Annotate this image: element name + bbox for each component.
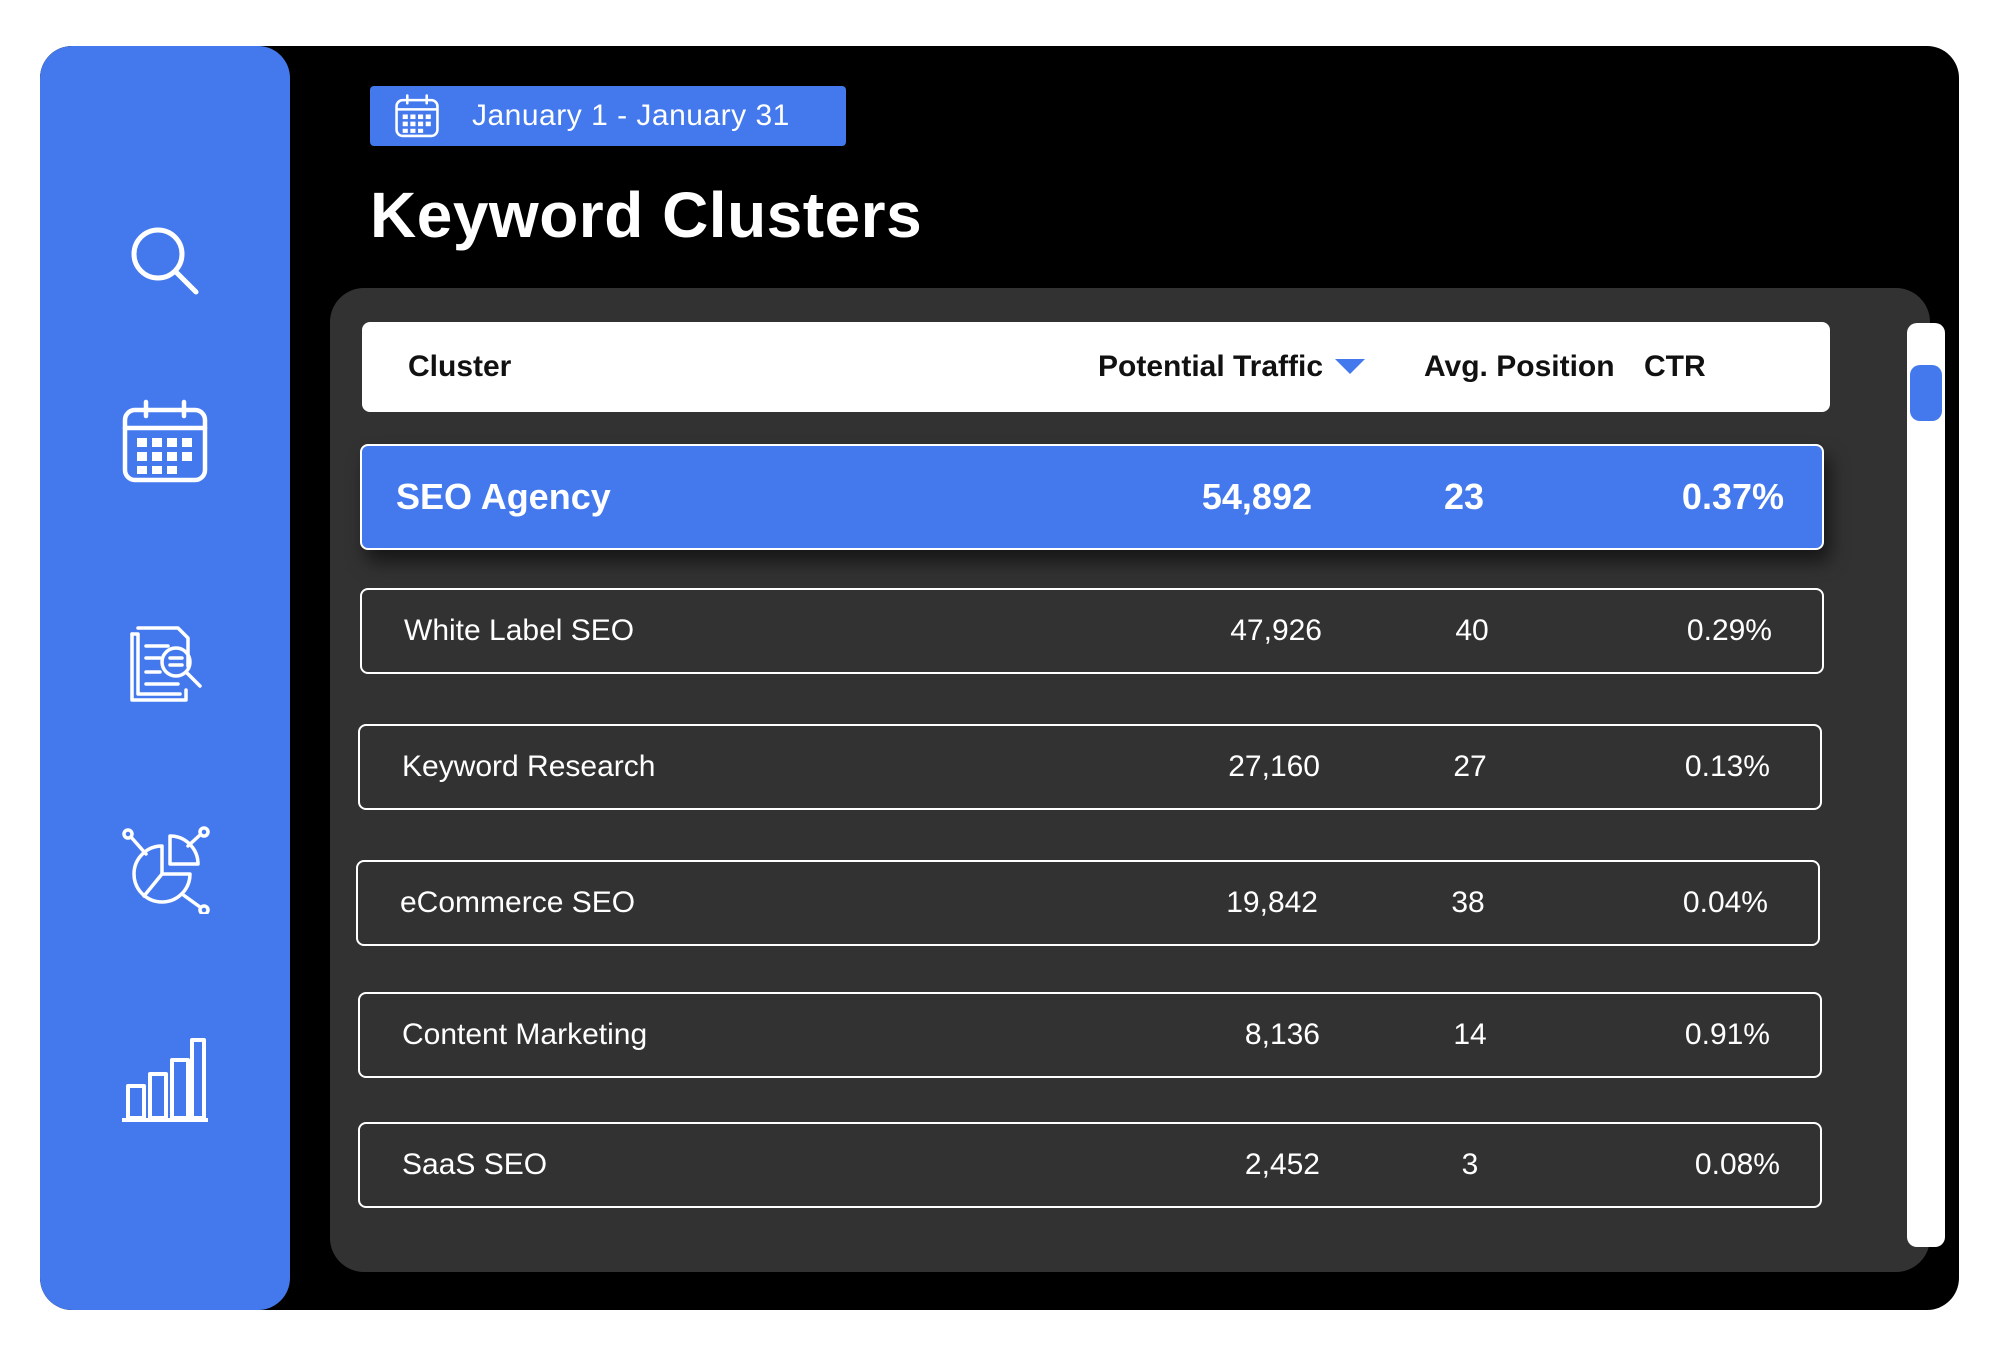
column-header-ctr[interactable]: CTR xyxy=(1644,322,1706,412)
table-row[interactable]: SEO Agency 54,892 23 0.37% xyxy=(360,444,1824,550)
column-header-avg-position[interactable]: Avg. Position xyxy=(1424,322,1615,412)
avg-position-value: 27 xyxy=(1453,750,1487,783)
scrollbar-thumb[interactable] xyxy=(1910,365,1942,421)
potential-traffic-value: 27,160 xyxy=(1228,750,1320,783)
date-range-picker[interactable]: January 1 - January 31 xyxy=(370,86,846,146)
sort-down-icon[interactable] xyxy=(1335,358,1366,374)
potential-traffic-value: 2,452 xyxy=(1244,1148,1320,1181)
cluster-name: Keyword Research xyxy=(402,750,656,783)
document-search-icon[interactable] xyxy=(120,614,210,704)
avg-position-value: 14 xyxy=(1453,1018,1487,1051)
table-row[interactable]: Keyword Research 27,160 27 0.13% xyxy=(358,724,1822,810)
ctr-value: 0.13% xyxy=(1684,750,1770,783)
ctr-value: 0.29% xyxy=(1686,614,1772,647)
column-header-potential-traffic-label: Potential Traffic xyxy=(1098,350,1324,383)
table-row[interactable]: eCommerce SEO 19,842 38 0.04% xyxy=(356,860,1820,946)
potential-traffic-value: 54,892 xyxy=(1201,476,1312,517)
table-header: Cluster Potential Traffic Avg. Position … xyxy=(362,322,1830,412)
table-row[interactable]: White Label SEO 47,926 40 0.29% xyxy=(360,588,1824,674)
avg-position-value: 3 xyxy=(1461,1148,1479,1181)
table-row[interactable]: Content Marketing 8,136 14 0.91% xyxy=(358,992,1822,1078)
bar-chart-icon[interactable] xyxy=(120,1034,210,1124)
scrollbar[interactable] xyxy=(1907,323,1945,1247)
cluster-name: SEO Agency xyxy=(396,476,611,517)
column-header-cluster[interactable]: Cluster xyxy=(408,322,511,412)
potential-traffic-value: 47,926 xyxy=(1230,614,1322,647)
search-icon[interactable] xyxy=(120,216,210,306)
cluster-name: Content Marketing xyxy=(402,1018,648,1051)
keyword-clusters-table: Cluster Potential Traffic Avg. Position … xyxy=(330,288,1945,1272)
column-header-potential-traffic[interactable]: Potential Traffic xyxy=(1098,322,1366,412)
cluster-name: SaaS SEO xyxy=(402,1148,548,1181)
cluster-name: eCommerce SEO xyxy=(400,886,636,919)
ctr-value: 0.91% xyxy=(1684,1018,1770,1051)
page-title: Keyword Clusters xyxy=(370,179,923,251)
ctr-value: 0.04% xyxy=(1682,886,1768,919)
app-window: January 1 - January 31 Keyword Clusters … xyxy=(40,46,1959,1310)
table-row[interactable]: SaaS SEO 2,452 3 0.08% xyxy=(358,1122,1822,1208)
cluster-name: White Label SEO xyxy=(404,614,635,647)
sidebar xyxy=(40,46,290,1310)
date-range-label: January 1 - January 31 xyxy=(472,99,790,132)
avg-position-value: 40 xyxy=(1455,614,1489,647)
potential-traffic-value: 19,842 xyxy=(1226,886,1318,919)
ctr-value: 0.08% xyxy=(1694,1148,1780,1181)
calendar-icon xyxy=(395,94,439,138)
pie-chart-network-icon[interactable] xyxy=(120,824,210,914)
potential-traffic-value: 8,136 xyxy=(1244,1018,1320,1051)
avg-position-value: 38 xyxy=(1451,886,1485,919)
calendar-icon[interactable] xyxy=(120,396,210,486)
ctr-value: 0.37% xyxy=(1681,476,1784,517)
avg-position-value: 23 xyxy=(1443,476,1485,517)
